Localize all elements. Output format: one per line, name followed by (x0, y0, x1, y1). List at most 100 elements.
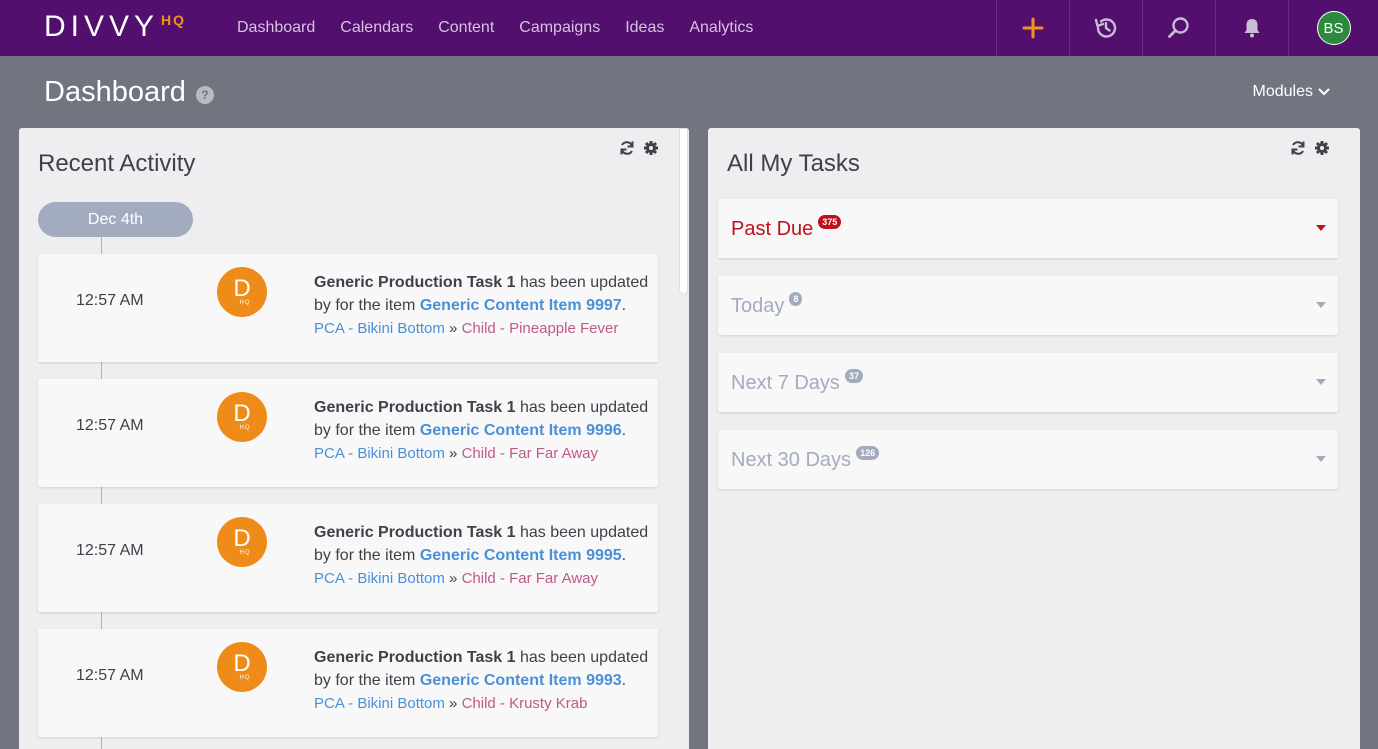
content-item-link[interactable]: Generic Content Item 9997 (420, 297, 622, 314)
activity-path: PCA - Bikini Bottom » Child - Far Far Aw… (314, 567, 654, 590)
task-name: Generic Production Task 1 (314, 524, 516, 541)
chevron-down-icon (1318, 88, 1330, 96)
divvyhq-avatar: D HQ (217, 392, 267, 442)
path-separator: » (444, 570, 462, 587)
avatar-hq: HQ (239, 424, 251, 431)
date-separator: Dec 4th (38, 202, 193, 237)
count-badge: 37 (844, 369, 863, 383)
scrollbar-thumb[interactable] (679, 128, 688, 294)
activity-end: . (621, 547, 627, 564)
avatar-hq: HQ (239, 674, 251, 681)
nav-icon-group: BS (996, 0, 1378, 56)
child-campaign-link[interactable]: Child - Far Far Away (462, 570, 598, 587)
campaign-link[interactable]: PCA - Bikini Bottom (314, 570, 445, 587)
activity-card: 12:57 AM D HQ Generic Production Task 1 … (38, 629, 658, 737)
nav-ideas[interactable]: Ideas (625, 19, 664, 37)
gear-icon[interactable] (643, 140, 659, 156)
activity-text: Generic Production Task 1 has been updat… (314, 271, 654, 340)
count-badge: 8 (789, 292, 803, 306)
content-item-link[interactable]: Generic Content Item 9995 (420, 547, 622, 564)
count-badge: 375 (818, 215, 842, 229)
task-group-name: Next 30 Days (731, 449, 852, 471)
activity-end: . (621, 672, 627, 689)
task-group-next-7-days[interactable]: Next 7 Days 37 (718, 353, 1338, 412)
caret-down-icon (1316, 456, 1326, 462)
divvyhq-logo[interactable]: DIVVY HQ (44, 11, 186, 45)
activity-text: Generic Production Task 1 has been updat… (314, 521, 654, 590)
logo-wordmark: DIVVY (44, 10, 160, 43)
activity-end: . (621, 297, 627, 314)
task-group-today[interactable]: Today 8 (718, 276, 1338, 335)
avatar-hq: HQ (239, 549, 251, 556)
task-group-name: Today (731, 295, 785, 317)
add-button[interactable] (996, 0, 1069, 56)
nav-dashboard[interactable]: Dashboard (237, 19, 315, 37)
activity-card: 12:57 AM D HQ Generic Production Task 1 … (38, 379, 658, 487)
task-group-next-30-days[interactable]: Next 30 Days 126 (718, 430, 1338, 489)
task-group-label: Next 7 Days 37 (731, 369, 863, 395)
gear-icon[interactable] (1314, 140, 1330, 156)
activity-end: . (621, 422, 627, 439)
path-separator: » (444, 695, 462, 712)
task-group-label: Today 8 (731, 292, 803, 318)
activity-time: 12:57 AM (76, 292, 144, 309)
task-name: Generic Production Task 1 (314, 649, 516, 666)
search-button[interactable] (1142, 0, 1215, 56)
child-campaign-link[interactable]: Child - Krusty Krab (462, 695, 588, 712)
refresh-icon[interactable] (619, 140, 635, 156)
logo-hq-mark: HQ (161, 12, 187, 28)
task-group-name: Next 7 Days (731, 372, 840, 394)
avatar-letter: D (233, 649, 251, 677)
notifications-button[interactable] (1215, 0, 1288, 56)
divvyhq-avatar: D HQ (217, 267, 267, 317)
activity-card: 12:57 AM D HQ Generic Production Task 1 … (38, 504, 658, 612)
nav-analytics[interactable]: Analytics (689, 19, 753, 37)
top-navigation-bar: DIVVY HQ Dashboard Calendars Content Cam… (0, 0, 1378, 56)
caret-down-icon (1316, 302, 1326, 308)
help-icon[interactable]: ? (195, 85, 214, 104)
task-name: Generic Production Task 1 (314, 399, 516, 416)
panel-tools (1290, 140, 1330, 156)
avatar-letter: D (233, 399, 251, 427)
activity-time: 12:57 AM (76, 417, 144, 434)
nav-content[interactable]: Content (438, 19, 494, 37)
avatar-letter: D (233, 524, 251, 552)
page-title-text: Dashboard (44, 76, 186, 108)
divvyhq-avatar: D HQ (217, 642, 267, 692)
activity-path: PCA - Bikini Bottom » Child - Far Far Aw… (314, 442, 654, 465)
content-item-link[interactable]: Generic Content Item 9993 (420, 672, 622, 689)
activity-time: 12:57 AM (76, 542, 144, 559)
recent-activity-panel: Recent Activity Dec 4th 12:57 AM D HQ Ge… (19, 128, 689, 749)
page-title: Dashboard ? (44, 76, 214, 109)
child-campaign-link[interactable]: Child - Pineapple Fever (462, 320, 619, 337)
activity-text: Generic Production Task 1 has been updat… (314, 646, 654, 715)
task-group-past-due[interactable]: Past Due 375 (718, 199, 1338, 258)
history-button[interactable] (1069, 0, 1142, 56)
campaign-link[interactable]: PCA - Bikini Bottom (314, 445, 445, 462)
activity-path: PCA - Bikini Bottom » Child - Pineapple … (314, 317, 654, 340)
task-group-name: Past Due (731, 218, 814, 240)
modules-label: Modules (1252, 83, 1313, 100)
campaign-link[interactable]: PCA - Bikini Bottom (314, 695, 445, 712)
caret-down-icon (1316, 379, 1326, 385)
refresh-icon[interactable] (1290, 140, 1306, 156)
campaign-link[interactable]: PCA - Bikini Bottom (314, 320, 445, 337)
user-menu[interactable]: BS (1288, 0, 1378, 56)
tasks-title: All My Tasks (727, 150, 860, 177)
nav-campaigns[interactable]: Campaigns (519, 19, 600, 37)
activity-time: 12:57 AM (76, 667, 144, 684)
divvyhq-avatar: D HQ (217, 517, 267, 567)
child-campaign-link[interactable]: Child - Far Far Away (462, 445, 598, 462)
activity-path: PCA - Bikini Bottom » Child - Krusty Kra… (314, 692, 654, 715)
panel-tools (619, 140, 659, 156)
avatar-hq: HQ (239, 299, 251, 306)
content-item-link[interactable]: Generic Content Item 9996 (420, 422, 622, 439)
task-name: Generic Production Task 1 (314, 274, 516, 291)
recent-activity-title: Recent Activity (38, 150, 196, 177)
nav-calendars[interactable]: Calendars (340, 19, 413, 37)
all-my-tasks-panel: All My Tasks Past Due 375 Today 8 Next 7… (708, 128, 1360, 749)
modules-dropdown[interactable]: Modules (1253, 83, 1330, 101)
activity-text: Generic Production Task 1 has been updat… (314, 396, 654, 465)
task-group-label: Past Due 375 (731, 215, 842, 241)
plus-icon (1022, 17, 1044, 39)
